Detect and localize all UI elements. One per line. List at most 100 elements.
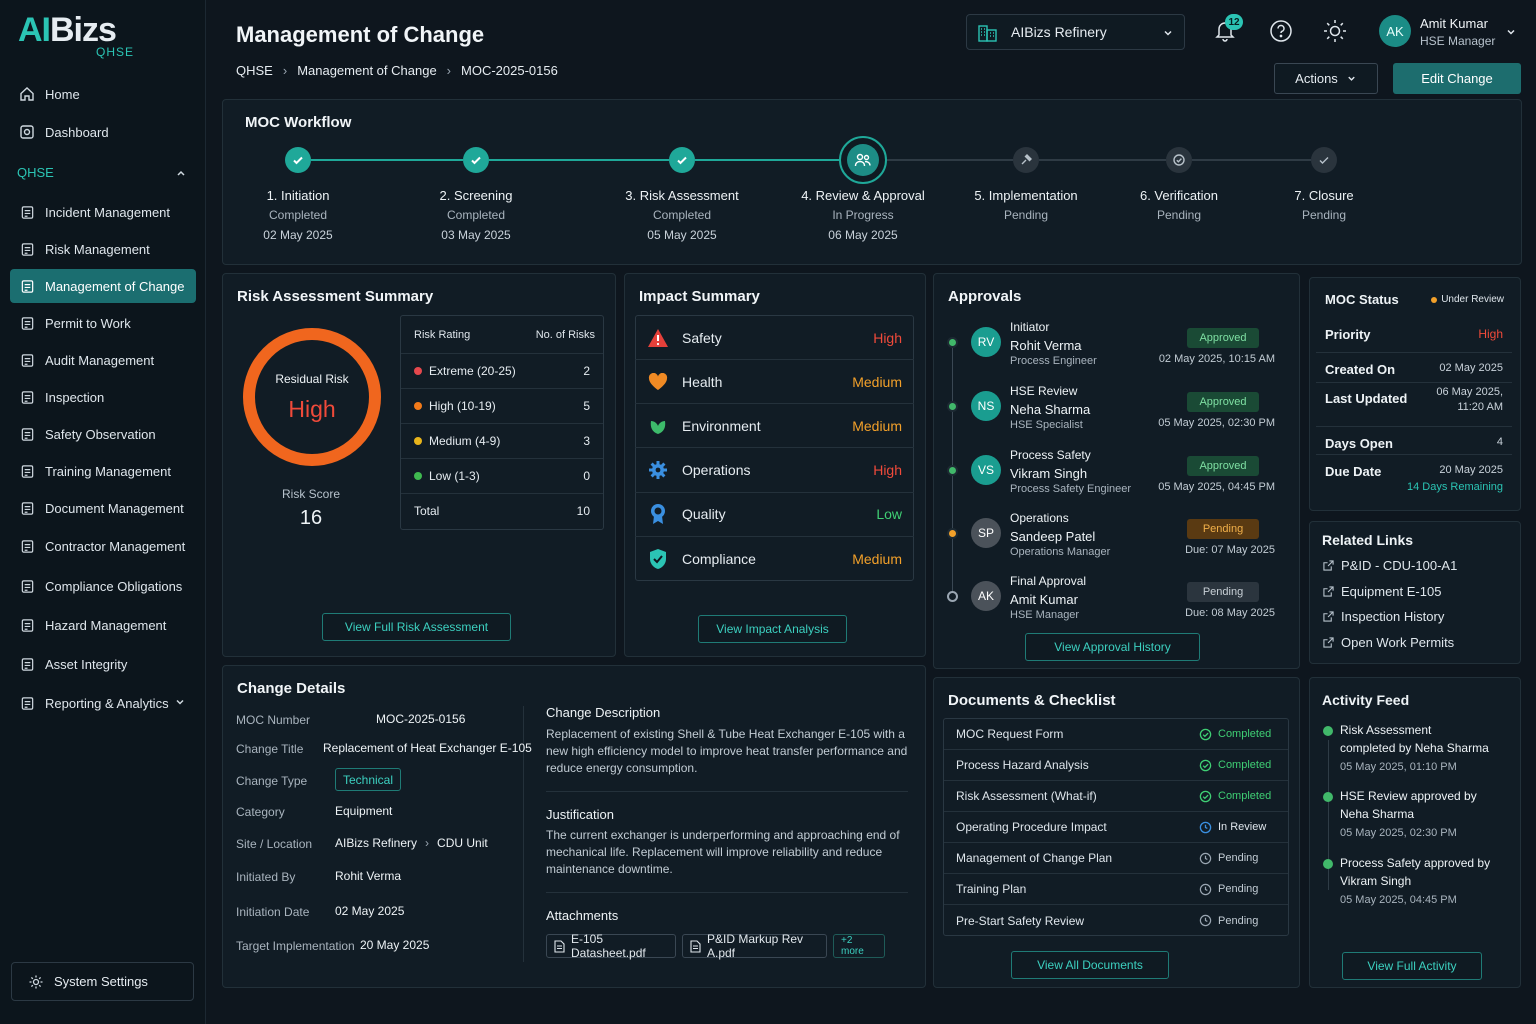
timeline-node [947,401,958,412]
document-row[interactable]: Pre-Start Safety Review Pending [944,905,1288,936]
view-full-activity-button[interactable]: View Full Activity [1342,952,1482,980]
table-row: Extreme (20-25) 2 [401,353,603,388]
attachment-file[interactable]: E-105 Datasheet.pdf [546,932,676,960]
sidebar-item-training-management[interactable]: Training Management [10,454,196,488]
view-impact-analysis-button[interactable]: View Impact Analysis [698,615,847,643]
document-row[interactable]: MOC Request Form Completed [944,719,1288,750]
document-row[interactable]: Training Plan Pending [944,874,1288,905]
dashboard-icon [18,123,36,141]
sun-icon[interactable] [1322,18,1348,44]
page-title: Management of Change [236,22,485,47]
actions-button[interactable]: Actions [1274,63,1378,94]
timeline-node [947,465,958,476]
status-row-due-date: Due Date 20 May 2025 14 Days Remaining [1316,455,1512,500]
user-name[interactable]: Amit Kumar [1420,16,1488,31]
document-status: In Review [1199,821,1266,834]
risk-count: 5 [583,399,590,413]
sidebar-item-hazard-management[interactable]: Hazard Management [10,608,196,642]
sidebar-item-document-management[interactable]: Document Management [10,491,196,525]
status-key: Created On [1325,362,1396,377]
pending-clock-icon [1199,914,1212,927]
sidebar-item-label: Inspection [45,389,105,405]
step-name: 5. Implementation [974,188,1078,203]
severity-dot [414,367,422,375]
document-name: Training Plan [956,882,1027,896]
attachment-file[interactable]: P&ID Markup Rev A.pdf [682,932,827,960]
step-in-progress-users-icon[interactable] [839,136,887,184]
sidebar-item-contractor-management[interactable]: Contractor Management [10,529,196,563]
sidebar-item-risk-management[interactable]: Risk Management [10,232,196,266]
activity-date: 05 May 2025, 04:45 PM [1340,894,1457,906]
breadcrumb-item[interactable]: Management of Change [297,63,436,78]
sidebar-item-label: Document Management [45,500,184,516]
view-approval-history-button[interactable]: View Approval History [1025,633,1200,661]
risk-rating-label: High (10-19) [429,399,496,413]
user-avatar[interactable]: AK [1379,15,1411,47]
column-header: No. of Risks [535,329,595,341]
document-status: Pending [1199,852,1258,865]
step-complete-check-icon[interactable] [669,147,695,173]
chevron-down-icon[interactable] [1505,26,1517,38]
approval-stage: HSE Review [1010,384,1078,398]
related-link[interactable]: P&ID - CDU-100-A1 [1323,558,1457,573]
help-icon[interactable] [1268,18,1294,44]
step-complete-check-icon[interactable] [463,147,489,173]
step-date: 02 May 2025 [263,228,333,242]
settings-label: System Settings [54,974,148,989]
approver-avatar: AK [971,581,1001,611]
breadcrumb-item[interactable]: QHSE [236,63,273,78]
step-pending-icon[interactable] [1166,147,1192,173]
workflow-step-2[interactable]: 2. Screening Completed 03 May 2025 [396,188,556,242]
sidebar-item-audit-management[interactable]: Audit Management [10,343,196,377]
sidebar-item-home[interactable]: Home [10,77,196,111]
workflow-step-4[interactable]: 4. Review & Approval In Progress 06 May 20… [783,188,943,242]
app-logo[interactable]: AIBizs QHSE [18,12,133,59]
sidebar-item-dashboard[interactable]: Dashboard [10,115,196,149]
system-settings-button[interactable]: System Settings [11,962,194,1001]
workflow-step-6[interactable]: 6. Verification Pending [1099,188,1259,228]
sidebar-item-safety-observation[interactable]: Safety Observation [10,417,196,451]
step-status: Completed [268,208,328,222]
table-row: Low (1-3) 0 [401,458,603,493]
step-complete-check-icon[interactable] [285,147,311,173]
impact-row-health: Health Medium [635,360,914,405]
sidebar-item-permit-to-work[interactable]: Permit to Work [10,306,196,340]
approver-avatar: VS [971,455,1001,485]
document-row[interactable]: Operating Procedure Impact In Review [944,812,1288,843]
approver-role: Process Engineer [1010,355,1097,367]
related-link[interactable]: Inspection History [1323,609,1444,624]
site-selector[interactable]: AIBizs Refinery [966,14,1185,50]
status-key: Due Date [1325,464,1382,479]
approval-date: Due: 07 May 2025 [1185,544,1275,556]
related-link-label: Open Work Permits [1341,634,1455,650]
sidebar-section-qhse[interactable]: QHSE [17,165,187,180]
workflow-step-3[interactable]: 3. Risk Assessment Completed 05 May 2025 [602,188,762,242]
sidebar-item-label: Audit Management [45,352,155,368]
document-icon [18,499,36,517]
external-link-icon [1323,560,1334,571]
sidebar-item-asset-integrity[interactable]: Asset Integrity [10,647,196,681]
document-row[interactable]: Management of Change Plan Pending [944,843,1288,874]
sidebar-item-management-of-change[interactable]: Management of Change [10,269,196,303]
workflow-connector [876,159,1013,161]
workflow-step-5[interactable]: 5. Implementation Pending [946,188,1106,228]
workflow-step-1[interactable]: 1. Initiation Completed 02 May 2025 [218,188,378,242]
sidebar-item-incident-management[interactable]: Incident Management [10,195,196,229]
step-pending-icon[interactable] [1311,147,1337,173]
workflow-step-7[interactable]: 7. Closure Pending [1244,188,1404,228]
view-full-risk-assessment-button[interactable]: View Full Risk Assessment [322,613,511,641]
sidebar-item-reporting-analytics[interactable]: Reporting & Analytics [10,686,196,720]
sidebar-item-inspection[interactable]: Inspection [10,380,196,414]
related-link[interactable]: Equipment E-105 [1323,584,1441,599]
sidebar-item-compliance-obligations[interactable]: Compliance Obligations [10,569,196,603]
step-pending-icon[interactable] [1013,147,1039,173]
related-link-label: P&ID - CDU-100-A1 [1341,558,1458,573]
document-row[interactable]: Process Hazard Analysis Completed [944,750,1288,781]
more-attachments-link[interactable]: +2 more [833,934,885,958]
document-row[interactable]: Risk Assessment (What-if) Completed [944,781,1288,812]
edit-change-button[interactable]: Edit Change [1393,63,1521,94]
table-row: High (10-19) 5 [401,388,603,423]
status-dot [1431,296,1438,303]
related-link[interactable]: Open Work Permits [1323,635,1454,650]
view-all-documents-button[interactable]: View All Documents [1011,951,1169,979]
